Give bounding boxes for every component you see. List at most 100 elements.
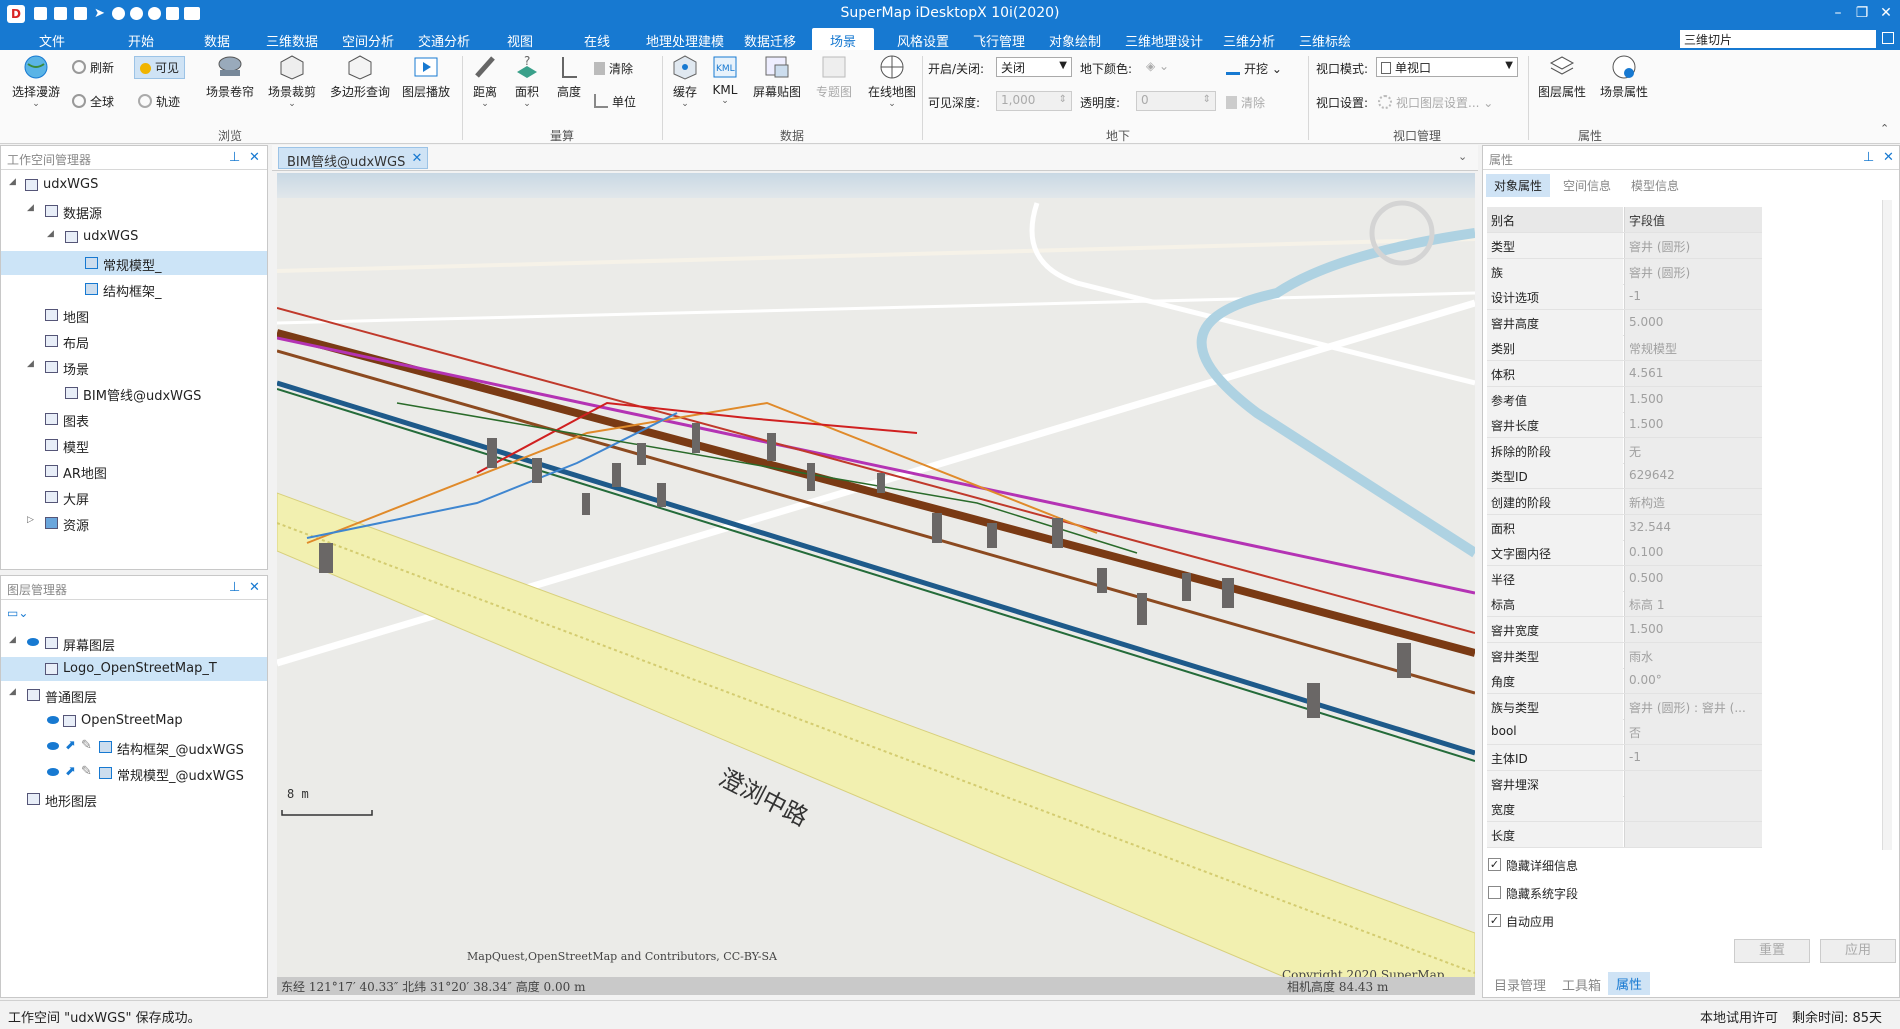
refresh-button[interactable]: 刷新 <box>72 59 114 76</box>
buffer-button[interactable]: 缓存 ⌄ <box>668 54 702 109</box>
scene-clip-button[interactable]: 场景裁剪 ⌄ <box>262 54 322 109</box>
scene-shutter-button[interactable]: 场景卷帘 <box>200 54 260 100</box>
tree-item-maps[interactable]: 地图 <box>1 303 267 327</box>
height-button[interactable]: 高度 <box>552 54 586 100</box>
track-button[interactable]: 轨迹 <box>138 93 180 110</box>
property-value[interactable]: 32.544 <box>1624 514 1762 540</box>
property-row[interactable]: 窨井埋深 <box>1487 770 1762 797</box>
editable-icon[interactable]: ✎ <box>81 764 92 779</box>
property-row[interactable]: 拆除的阶段无 <box>1487 437 1762 464</box>
unit-button[interactable]: 单位 <box>594 93 636 110</box>
property-value[interactable]: 窨井 (圆形) <box>1624 233 1762 258</box>
property-value[interactable]: 0.100 <box>1624 540 1762 566</box>
selectable-icon[interactable]: ⬈ <box>65 738 76 753</box>
bottom-tab-toolbox[interactable]: 工具箱 <box>1562 975 1601 994</box>
selectable-icon[interactable]: ⬈ <box>65 764 76 779</box>
tab-object-props[interactable]: 对象属性 <box>1486 174 1551 197</box>
property-value[interactable]: 1.500 <box>1624 617 1762 642</box>
property-row[interactable]: 标高 标高 1 <box>1487 591 1762 618</box>
tab-model-info[interactable]: 模型信息 <box>1631 177 1679 194</box>
property-row[interactable]: 窨井宽度 1.500 <box>1487 617 1762 643</box>
polygon-query-button[interactable]: 多边形查询 <box>326 54 394 100</box>
apply-button[interactable]: 应用 <box>1820 939 1896 963</box>
menu-gp[interactable]: 地理处理建模 <box>646 31 724 50</box>
tree-item-dataset-frame[interactable]: 结构框架_ <box>1 277 267 301</box>
property-row[interactable]: 宽度 <box>1487 796 1762 823</box>
property-row[interactable]: 类型ID 629642 <box>1487 463 1762 490</box>
property-value[interactable]: 否 <box>1624 719 1762 745</box>
layer-item-osm[interactable]: OpenStreetMap <box>1 709 267 733</box>
tab-list-dropdown-icon[interactable]: ⌄ <box>1458 150 1467 163</box>
menu-flight[interactable]: 飞行管理 <box>973 31 1025 50</box>
visible-depth-input[interactable]: 1,000 ⇕ <box>996 91 1072 111</box>
tree-item-dataset-model[interactable]: 常规模型_ <box>1 251 267 275</box>
area-button[interactable]: ? 面积 ⌄ <box>510 54 544 109</box>
layer-item-logo[interactable]: Logo_OpenStreetMap_T <box>1 657 267 681</box>
property-value[interactable]: 常规模型 <box>1624 335 1762 361</box>
visible-button[interactable]: 可见 <box>134 56 186 79</box>
editable-icon[interactable]: ✎ <box>81 738 92 753</box>
layer-item-terrain[interactable]: 地形图层 <box>1 787 267 811</box>
property-row[interactable]: 窨井高度 5.000 <box>1487 309 1762 336</box>
menu-spatial[interactable]: 空间分析 <box>342 31 394 50</box>
property-row[interactable]: 文字圈内径 0.100 <box>1487 540 1762 567</box>
scene-viewport[interactable]: 澄浏中路 8 m MapQuest,OpenStreetMap and Cont… <box>277 173 1475 995</box>
tree-item-datasources[interactable]: ◢ 数据源 <box>1 199 267 223</box>
property-row[interactable]: 窨井类型 雨水 <box>1487 642 1762 669</box>
property-row[interactable]: 创建的阶段 新构造 <box>1487 489 1762 515</box>
viewport-layer-settings-button[interactable]: 视口图层设置... ⌄ <box>1378 94 1493 111</box>
menu-style[interactable]: 风格设置 <box>897 31 949 50</box>
tab-spatial-info[interactable]: 空间信息 <box>1563 177 1611 194</box>
property-value[interactable]: 窨井 (圆形) : 窨井 (... <box>1624 693 1762 719</box>
minimize-button[interactable]: – <box>1826 2 1850 24</box>
online-map-button[interactable]: 在线地图 ⌄ <box>864 54 920 109</box>
menu-view[interactable]: 视图 <box>507 31 533 50</box>
underground-color-picker[interactable]: ◈ ⌄ <box>1146 59 1169 73</box>
menu-scene[interactable]: 场景 <box>812 28 875 50</box>
close-icon[interactable]: ✕ <box>249 150 260 165</box>
property-row[interactable]: 窨井长度 1.500 <box>1487 412 1762 439</box>
property-row[interactable]: bool 否 <box>1487 719 1762 746</box>
menu-geo3d[interactable]: 三维地理设计 <box>1125 31 1203 50</box>
toggle-select[interactable]: 关闭 ▼ <box>996 57 1072 77</box>
tree-item-ar-maps[interactable]: AR地图 <box>1 459 267 483</box>
property-row[interactable]: 参考值 1.500 <box>1487 386 1762 413</box>
hide-detail-checkbox[interactable]: ✓ <box>1488 858 1501 871</box>
menu-traffic[interactable]: 交通分析 <box>418 31 470 50</box>
tree-item-models[interactable]: 模型 <box>1 433 267 457</box>
property-value[interactable] <box>1624 796 1762 822</box>
layer-props-button[interactable]: 图层属性 <box>1534 54 1590 100</box>
menu-file[interactable]: 文件 <box>39 31 65 50</box>
search-input[interactable]: 三维切片 <box>1680 30 1876 48</box>
scene-props-button[interactable]: 场景属性 <box>1594 54 1654 100</box>
close-icon[interactable]: ✕ <box>1883 150 1894 165</box>
property-value[interactable]: 0.00° <box>1624 668 1762 694</box>
tree-item-scenes[interactable]: ◢ 场景 <box>1 355 267 379</box>
property-value[interactable]: 0.500 <box>1624 565 1762 591</box>
layer-item-screen[interactable]: ◢ 屏幕图层 <box>1 631 267 655</box>
pin-icon[interactable]: ⊥ <box>229 150 240 165</box>
property-row[interactable]: 面积 32.544 <box>1487 514 1762 541</box>
menu-data[interactable]: 数据 <box>204 31 230 50</box>
property-value[interactable]: -1 <box>1624 284 1762 310</box>
layer-toolbar-add-icon[interactable]: ▭⌄ <box>7 606 31 622</box>
property-value[interactable]: 雨水 <box>1624 642 1762 668</box>
menu-mark3d[interactable]: 三维标绘 <box>1299 31 1351 50</box>
tree-item-charts[interactable]: 图表 <box>1 407 267 431</box>
reset-button[interactable]: 重置 <box>1734 939 1810 963</box>
scene-canvas[interactable]: 澄浏中路 8 m MapQuest,OpenStreetMap and Cont… <box>277 173 1475 995</box>
property-value[interactable]: 1.500 <box>1624 412 1762 438</box>
tree-item-resources[interactable]: ▷ 资源 <box>1 511 267 535</box>
select-roam-button[interactable]: 选择漫游 ⌄ <box>8 54 64 109</box>
property-row[interactable]: 长度 <box>1487 821 1762 848</box>
property-row[interactable]: 体积 4.561 <box>1487 361 1762 387</box>
tree-item-scene-bim[interactable]: BIM管线@udxWGS <box>1 381 267 405</box>
collapse-ribbon-icon[interactable]: ⌃ <box>1880 122 1889 135</box>
dig-button[interactable]: 开挖 ⌄ <box>1226 60 1282 77</box>
eye-icon[interactable] <box>47 716 59 724</box>
pin-icon[interactable]: ⊥ <box>1863 150 1874 165</box>
layer-play-button[interactable]: 图层播放 <box>398 54 454 100</box>
menu-data3d[interactable]: 三维数据 <box>266 31 318 50</box>
property-value[interactable] <box>1624 821 1762 847</box>
ribbon-toggle-icon[interactable] <box>1882 32 1894 44</box>
